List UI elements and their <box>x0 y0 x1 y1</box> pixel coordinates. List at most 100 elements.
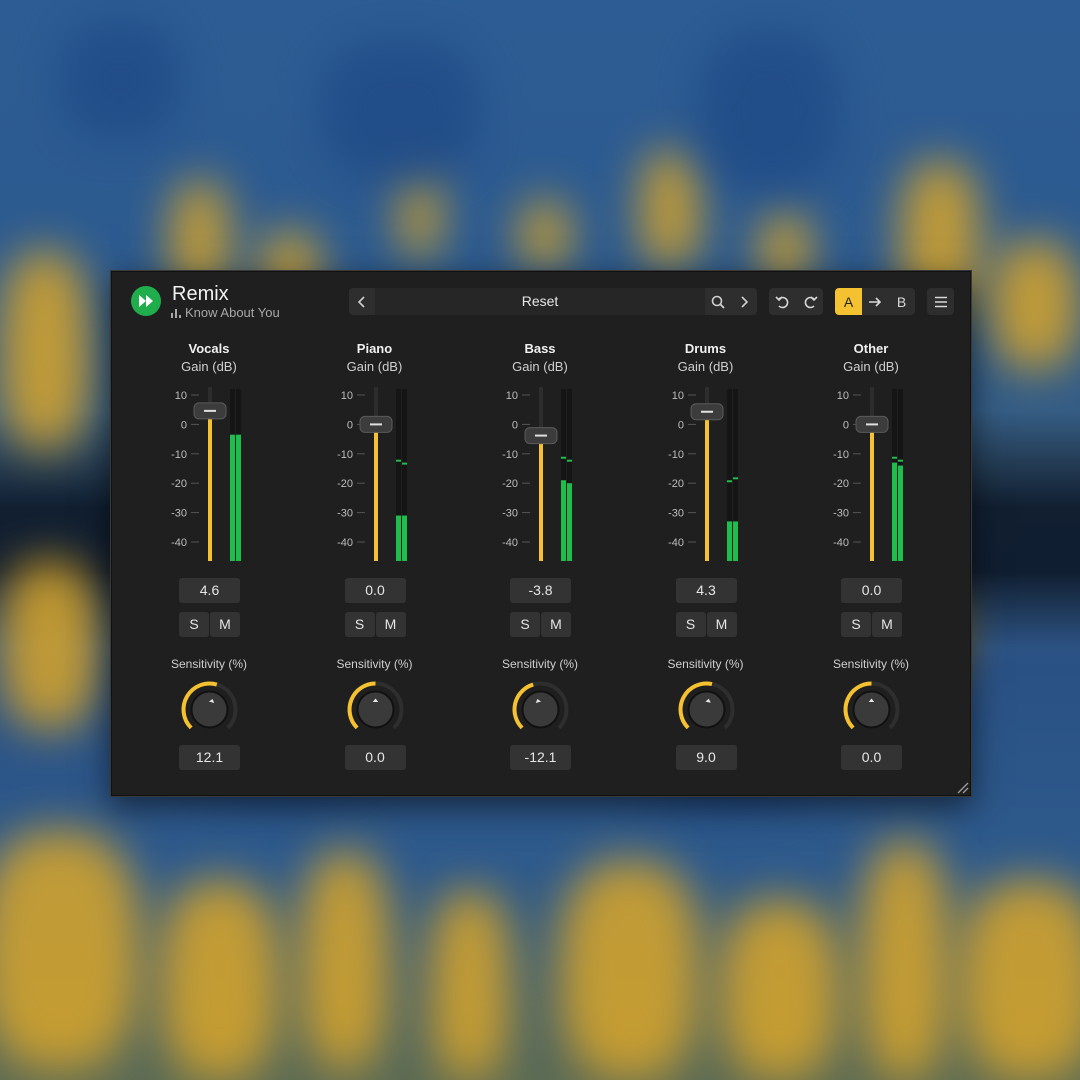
meter-peak-marker <box>561 456 566 459</box>
scale-tick-label: -10 <box>502 449 518 461</box>
sensitivity-label: Sensitivity (%) <box>667 657 744 671</box>
scale-tick-label: -20 <box>171 478 187 490</box>
gain-label: Gain (dB) <box>677 359 734 374</box>
resize-handle-icon[interactable] <box>955 780 969 794</box>
channel-name: Bass <box>524 341 556 356</box>
level-meter-bar <box>892 462 897 561</box>
scale-tick-label: 10 <box>506 390 518 402</box>
gain-label: Gain (dB) <box>181 359 237 374</box>
sensitivity-value-field[interactable]: 0.0 <box>841 745 902 770</box>
gain-fader-with-meter[interactable]: 10 0 -10 -20 -30 -40 <box>470 385 610 565</box>
channel-name: Vocals <box>188 341 230 356</box>
solo-button[interactable]: S <box>344 612 375 637</box>
channel-strip-other: Other Gain (dB) 10 0 -10 -20 -30 -40 0.0 S M Sensit… <box>801 341 941 781</box>
solo-mute-group: SM <box>841 612 902 637</box>
fader-level-fill <box>208 410 212 561</box>
gain-fader-handle[interactable] <box>359 415 392 433</box>
scale-tick-label: -40 <box>171 537 187 549</box>
copy-a-to-b-button[interactable] <box>862 288 888 315</box>
search-preset-button[interactable] <box>705 288 731 315</box>
solo-button[interactable]: S <box>841 612 871 637</box>
gain-fader-handle[interactable] <box>193 402 227 420</box>
gain-fader-with-meter[interactable]: 10 0 -10 -20 -30 -40 <box>801 385 941 565</box>
gain-fader-handle[interactable] <box>524 427 558 445</box>
sensitivity-label: Sensitivity (%) <box>336 657 413 671</box>
meter-peak-marker <box>898 459 903 462</box>
plugin-title: Remix <box>172 283 229 305</box>
gain-value-field[interactable]: 4.6 <box>179 578 240 603</box>
chevron-right-icon <box>741 295 749 308</box>
scale-tick-label: 0 <box>181 419 187 431</box>
sensitivity-label: Sensitivity (%) <box>501 657 578 671</box>
mute-button[interactable]: M <box>872 612 902 637</box>
scale-tick-label: -20 <box>833 478 849 490</box>
gain-value-field[interactable]: 4.3 <box>675 578 737 603</box>
channel-strip-vocals: Vocals Gain (dB) 10 0 -10 -20 -30 -40 4.6 S M Sensi… <box>139 341 279 781</box>
scale-tick-label: -30 <box>502 508 518 520</box>
track-name: Know About You <box>185 305 280 320</box>
gain-label: Gain (dB) <box>843 359 899 374</box>
scale-tick-label: 0 <box>346 419 352 431</box>
solo-button[interactable]: S <box>675 612 706 637</box>
sensitivity-value-field[interactable]: 12.1 <box>179 745 240 770</box>
scale-tick-label: -40 <box>833 537 849 549</box>
scale-tick-label: -20 <box>502 478 518 490</box>
gain-value-field[interactable]: 0.0 <box>344 578 406 603</box>
prev-preset-button[interactable] <box>349 288 375 315</box>
fader-level-fill <box>704 411 709 561</box>
knob-body <box>687 690 725 729</box>
meter-peak-marker <box>892 456 897 459</box>
channel-name: Piano <box>356 341 393 356</box>
gain-fader-with-meter[interactable]: 10 0 -10 -20 -30 -40 <box>636 385 776 565</box>
meter-peak-marker <box>401 462 407 465</box>
mute-button[interactable]: M <box>375 612 406 637</box>
channel-strip-drums: Drums Gain (dB) 10 0 -10 -20 -30 -40 4.3 S M Sensit… <box>636 341 776 781</box>
sensitivity-knob[interactable] <box>345 679 406 740</box>
gain-fader-handle[interactable] <box>690 403 723 421</box>
gain-value-field[interactable]: 0.0 <box>841 578 902 603</box>
sensitivity-knob[interactable] <box>676 679 737 740</box>
next-preset-button[interactable] <box>731 288 757 315</box>
scale-tick-label: -40 <box>502 537 518 549</box>
preset-name[interactable]: Reset <box>375 288 705 315</box>
sensitivity-value-field[interactable]: 0.0 <box>344 745 406 770</box>
gain-fader-handle[interactable] <box>855 415 889 433</box>
undo-icon <box>774 295 788 308</box>
sensitivity-knob[interactable] <box>179 679 240 740</box>
channel-strip-piano: Piano Gain (dB) 10 0 -10 -20 -30 -40 0.0 S M Sensit… <box>305 341 445 781</box>
hamburger-menu-icon <box>934 296 947 307</box>
mute-button[interactable]: M <box>210 612 240 637</box>
scale-tick-label: -40 <box>337 537 353 549</box>
scale-tick-label: 10 <box>837 390 849 402</box>
mute-button[interactable]: M <box>541 612 571 637</box>
gain-label: Gain (dB) <box>346 359 403 374</box>
scale-tick-label: -10 <box>833 449 849 461</box>
solo-button[interactable]: S <box>510 612 540 637</box>
sensitivity-knob[interactable] <box>510 679 571 740</box>
sensitivity-label: Sensitivity (%) <box>170 657 247 671</box>
gain-fader-with-meter[interactable]: 10 0 -10 -20 -30 -40 <box>305 385 445 565</box>
scale-tick-label: -30 <box>337 508 353 520</box>
mute-button[interactable]: M <box>706 612 737 637</box>
level-meter-bar <box>726 521 732 561</box>
gain-value-field[interactable]: -3.8 <box>510 578 571 603</box>
level-meter-bar <box>230 434 235 561</box>
sensitivity-value-field[interactable]: -12.1 <box>510 745 571 770</box>
channel-strip-bass: Bass Gain (dB) 10 0 -10 -20 -30 -40 -3.8 S M Sensit… <box>470 341 610 781</box>
undo-button[interactable] <box>769 288 796 315</box>
fast-forward-logo-icon <box>131 286 161 316</box>
sensitivity-value-field[interactable]: 9.0 <box>675 745 737 770</box>
preset-b-button[interactable]: B <box>888 288 915 315</box>
scale-tick-label: 0 <box>843 419 849 431</box>
level-meter-bar <box>898 465 903 561</box>
preset-a-button[interactable]: A <box>835 288 862 315</box>
scale-tick-label: -10 <box>171 449 187 461</box>
redo-button[interactable] <box>796 288 823 315</box>
solo-button[interactable]: S <box>179 612 209 637</box>
scale-tick-label: -20 <box>337 478 353 490</box>
menu-button[interactable] <box>927 288 954 315</box>
gain-fader-with-meter[interactable]: 10 0 -10 -20 -30 -40 <box>139 385 279 565</box>
level-meter-bar <box>236 434 241 561</box>
scale-tick-label: -30 <box>833 508 849 520</box>
sensitivity-knob[interactable] <box>841 679 902 740</box>
